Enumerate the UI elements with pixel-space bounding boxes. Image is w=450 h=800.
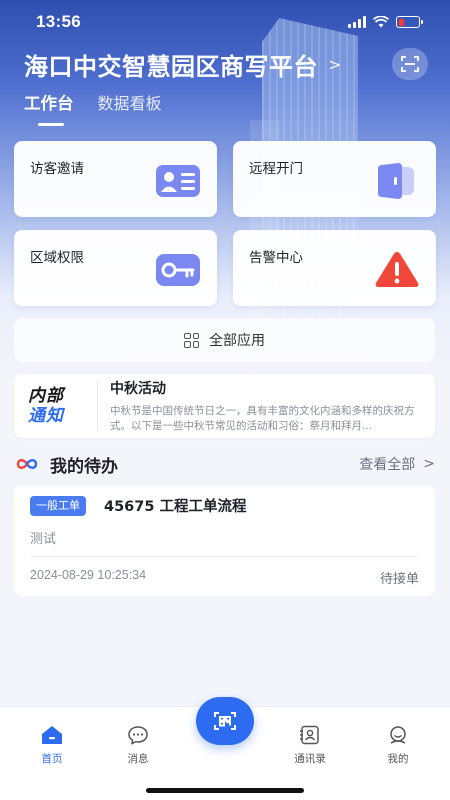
tab-workbench[interactable]: 工作台 <box>24 90 74 126</box>
remote-door-card[interactable]: 远程开门 <box>233 141 436 217</box>
notice-text: 中秋节是中国传统节日之一，具有丰富的文化内涵和多样的庆祝方式。以下是一些中秋节常… <box>110 405 415 432</box>
scan-icon <box>401 56 419 72</box>
notice-logo-line1: 内部 <box>28 386 64 406</box>
all-apps-button[interactable]: 全部应用 <box>14 318 435 362</box>
alarm-center-card[interactable]: 告警中心 <box>233 230 436 306</box>
tab-data-board[interactable]: 数据看板 <box>98 90 162 126</box>
scan-code-button[interactable] <box>196 697 254 745</box>
message-icon <box>128 726 148 745</box>
todo-tag: 一般工单 <box>30 496 86 516</box>
profile-icon <box>390 726 406 744</box>
status-bar: 13:56 <box>0 0 450 44</box>
warning-icon <box>375 252 419 287</box>
notice-logo: 内部 通知 <box>14 381 98 431</box>
todo-title: 我的待办 <box>50 456 118 477</box>
all-apps-label: 全部应用 <box>209 333 265 349</box>
card-label: 远程开门 <box>249 161 303 177</box>
header-tabs: 工作台 数据看板 <box>24 90 162 126</box>
tab-contacts[interactable]: 通讯录 <box>280 725 340 766</box>
view-all-link[interactable]: 查看全部 > <box>359 454 435 474</box>
tab-contacts-label: 通讯录 <box>294 753 326 765</box>
view-all-label: 查看全部 <box>359 457 416 473</box>
notice-logo-line2: 通知 <box>28 406 64 426</box>
contacts-icon <box>300 725 319 745</box>
door-icon <box>378 163 414 199</box>
todo-header: 我的待办 查看全部 > <box>14 450 435 478</box>
scan-button[interactable] <box>392 48 428 80</box>
card-label: 访客邀请 <box>30 161 84 177</box>
todo-desc: 测试 <box>30 532 57 547</box>
status-time: 13:56 <box>36 12 81 31</box>
tab-messages-label: 消息 <box>127 753 149 765</box>
area-permission-card[interactable]: 区域权限 <box>14 230 217 306</box>
tab-profile[interactable]: 我的 <box>368 725 428 766</box>
home-icon <box>42 726 62 744</box>
infinity-icon <box>16 459 38 469</box>
key-icon <box>156 254 200 286</box>
battery-icon <box>396 16 423 28</box>
wifi-icon <box>373 16 389 28</box>
visitor-invite-card[interactable]: 访客邀请 <box>14 141 217 217</box>
page-title[interactable]: 海口中交智慧园区商写平台 <box>24 47 318 82</box>
chevron-right-icon: > <box>423 456 435 472</box>
tab-profile-label: 我的 <box>387 753 409 765</box>
header: 海口中交智慧园区商写平台 > <box>24 46 428 82</box>
todo-state: 待接单 <box>379 572 419 587</box>
todo-order: 45675 工程工单流程 <box>104 499 247 515</box>
todo-date: 2024-08-29 10:25:34 <box>30 568 147 582</box>
card-label: 告警中心 <box>249 250 303 266</box>
home-indicator <box>146 788 304 793</box>
scan-code-icon <box>214 712 236 730</box>
tab-home[interactable]: 首页 <box>22 725 82 766</box>
grid-icon <box>184 332 199 348</box>
notice-card[interactable]: 内部 通知 中秋活动 中秋节是中国传统节日之一，具有丰富的文化内涵和多样的庆祝方… <box>14 374 435 438</box>
todo-item[interactable]: 一般工单 45675 工程工单流程 测试 2024-08-29 10:25:34… <box>14 486 435 596</box>
card-label: 区域权限 <box>30 250 84 266</box>
id-card-icon <box>156 165 200 197</box>
notice-title: 中秋活动 <box>110 381 166 397</box>
tab-messages[interactable]: 消息 <box>108 725 168 766</box>
signal-icon <box>348 16 366 28</box>
chevron-right-icon[interactable]: > <box>328 55 341 74</box>
tab-home-label: 首页 <box>41 753 63 765</box>
divider <box>30 556 419 557</box>
